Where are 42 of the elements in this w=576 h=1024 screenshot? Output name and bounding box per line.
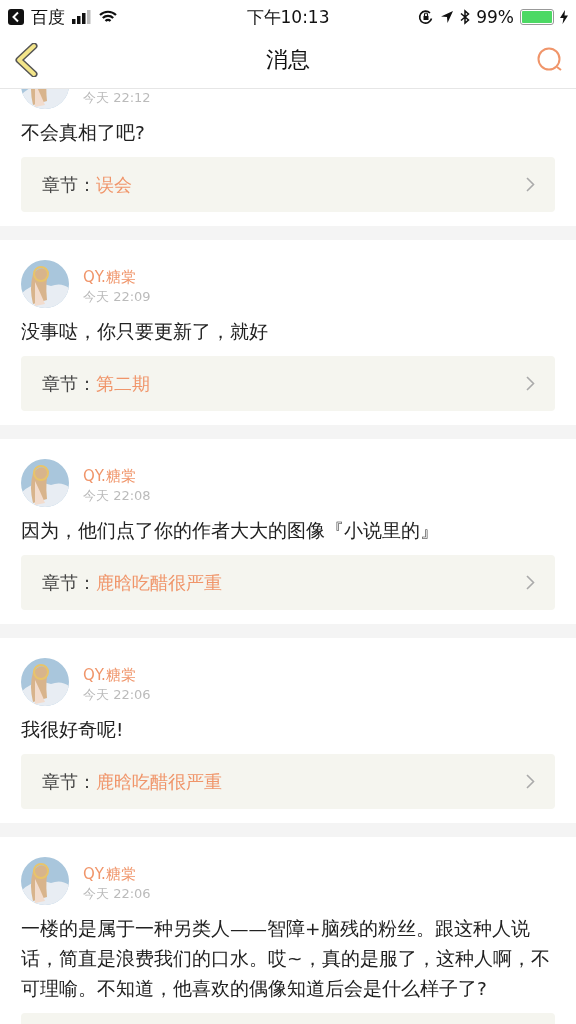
chevron-right-icon xyxy=(526,575,535,590)
timestamp: 今天 22:08 xyxy=(83,487,151,505)
back-app-label[interactable]: 百度 xyxy=(31,5,65,29)
battery-icon xyxy=(520,9,554,25)
chapter-card[interactable]: 章节：鹿晗吃醋很严重 xyxy=(21,754,555,809)
timestamp: 今天 22:06 xyxy=(83,686,151,704)
chapter-label: 章节： xyxy=(42,769,96,794)
message-text: 我很好奇呢! xyxy=(21,718,125,742)
chapter-card[interactable]: 章节：第二期 xyxy=(21,356,555,411)
chapter-title: 第二期 xyxy=(96,371,150,396)
chapter-label: 章节： xyxy=(42,371,96,396)
page-title: 消息 xyxy=(266,46,310,74)
battery-percent: 99% xyxy=(476,7,514,27)
back-app-icon[interactable] xyxy=(8,9,24,25)
avatar-icon[interactable] xyxy=(21,459,69,507)
charging-icon xyxy=(560,10,568,24)
rotation-lock-icon xyxy=(418,9,435,25)
message-text: 一楼的是属于一种另类人——智障+脑残的粉丝。跟这种人说话，简直是浪费我们的口水。哎~，真的是服了，这种人啊，不可理喻。不知道，他喜欢的偶像知道后会是什么样子了? xyxy=(21,917,551,1001)
chapter-label: 章节： xyxy=(42,172,96,197)
message-text: 没事哒，你只要更新了，就好 xyxy=(21,320,269,344)
bluetooth-icon xyxy=(460,9,471,25)
chevron-right-icon xyxy=(526,376,535,391)
chapter-title: 鹿晗吃醋很严重 xyxy=(96,769,222,794)
timestamp: 今天 22:12 xyxy=(83,89,151,107)
chevron-right-icon xyxy=(526,774,535,789)
avatar-icon[interactable] xyxy=(21,658,69,706)
message-text: 不会真相了吧? xyxy=(21,121,146,145)
timestamp: 今天 22:09 xyxy=(83,288,151,306)
avatar-icon[interactable] xyxy=(21,857,69,905)
timestamp: 今天 22:06 xyxy=(83,885,151,903)
location-icon xyxy=(440,10,455,24)
chapter-title: 鹿晗吃醋很严重 xyxy=(96,570,222,595)
chapter-card[interactable]: 章节：误会 xyxy=(21,157,555,212)
avatar-icon[interactable] xyxy=(21,260,69,308)
wifi-icon xyxy=(99,10,117,24)
chapter-label: 章节： xyxy=(42,570,96,595)
chapter-card[interactable]: 章节：鹿晗吃醋很严重 xyxy=(21,555,555,610)
message-text: 因为，他们点了你的作者大大的图像『小说里的』 xyxy=(21,519,440,543)
chevron-right-icon xyxy=(526,177,535,192)
chapter-title: 误会 xyxy=(96,172,132,197)
clock: 下午10:13 xyxy=(246,5,330,29)
signal-icon xyxy=(72,10,92,24)
